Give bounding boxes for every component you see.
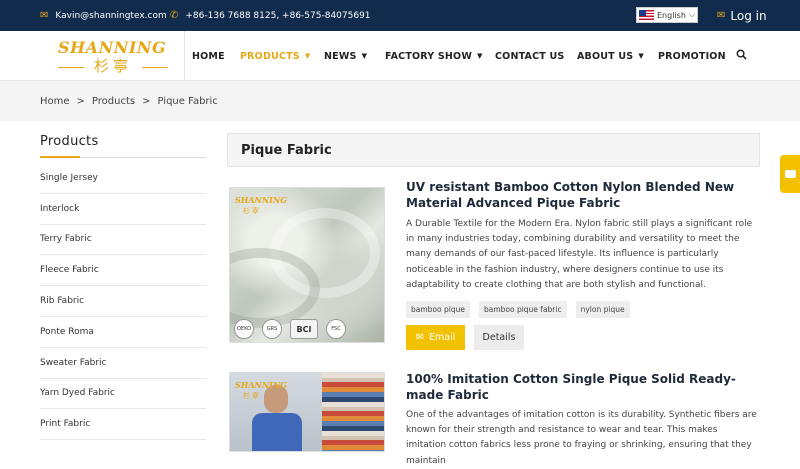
email-button[interactable]: ✉ Email xyxy=(406,325,465,350)
fsc-badge-icon: FSC xyxy=(326,319,346,339)
nav-contact-us[interactable]: CONTACT US xyxy=(495,31,564,81)
nav-about-us[interactable]: ABOUT US ▼ xyxy=(577,31,644,81)
email-text[interactable]: Kavin@shanningtex.com xyxy=(55,11,166,21)
phone-text: +86-136 7688 8125, +86-575-84075691 xyxy=(185,10,371,21)
nav-home-label: HOME xyxy=(192,50,225,62)
envelope-icon: ✉ xyxy=(717,10,726,21)
product-tag[interactable]: bamboo pique fabric xyxy=(478,301,567,318)
site-logo[interactable]: SHANNING 杉寧 xyxy=(58,38,168,78)
sidebar-item-rib-fabric[interactable]: Rib Fabric xyxy=(40,286,206,317)
language-selector[interactable]: English ⌵ xyxy=(636,7,698,23)
model-shirt xyxy=(252,413,302,451)
envelope-icon: ✉ xyxy=(415,332,425,343)
certification-badges: OEKO GRS BCI FSC xyxy=(234,319,346,339)
nav-products-label: PRODUCTS xyxy=(240,50,300,62)
nav-products[interactable]: PRODUCTS ▼ xyxy=(240,31,310,81)
sidebar-item-interlock[interactable]: Interlock xyxy=(40,194,206,225)
nav-promotion[interactable]: PROMOTION xyxy=(658,31,726,81)
sidebar-list: Single Jersey Interlock Terry Fabric Fle… xyxy=(40,163,206,441)
phone-icon: ✆ xyxy=(170,10,179,21)
login-label[interactable]: Log in xyxy=(730,9,766,23)
breadcrumb-separator: > xyxy=(76,95,85,107)
caret-down-icon: ▼ xyxy=(304,52,311,60)
login-link[interactable]: ✉ Log in xyxy=(717,0,767,31)
sidebar-item-single-jersey[interactable]: Single Jersey xyxy=(40,163,206,194)
image-watermark: SHANNING xyxy=(235,380,288,390)
nav-home[interactable]: HOME xyxy=(192,31,225,81)
nav-news-label: NEWS xyxy=(324,50,357,62)
language-label: English xyxy=(657,10,686,20)
sidebar-item-sweater-fabric[interactable]: Sweater Fabric xyxy=(40,348,206,379)
logo-rule-left xyxy=(58,67,84,68)
sidebar-title: Products xyxy=(40,134,99,149)
header-divider xyxy=(184,31,185,81)
fabric-stack-photo xyxy=(322,373,384,451)
product-image[interactable]: SHANNING 杉寧 xyxy=(229,372,385,452)
floating-chat-button[interactable] xyxy=(780,155,800,193)
nav-promotion-label: PROMOTION xyxy=(658,50,726,62)
nav-contact-us-label: CONTACT US xyxy=(495,50,565,62)
nav-news[interactable]: NEWS ▼ xyxy=(324,31,367,81)
nav-factory-show[interactable]: FACTORY SHOW ▼ xyxy=(385,31,483,81)
breadcrumb-home[interactable]: Home xyxy=(40,96,70,107)
oeko-badge-icon: OEKO xyxy=(234,319,254,339)
image-watermark-cn: 杉寧 xyxy=(243,392,261,400)
breadcrumb-products[interactable]: Products xyxy=(92,96,135,107)
caret-down-icon: ▼ xyxy=(638,52,644,60)
product-description: A Durable Textile for the Modern Era. Ny… xyxy=(406,219,753,290)
contact-email[interactable]: ✉ Kavin@shanningtex.com xyxy=(40,0,167,31)
product-title[interactable]: UV resistant Bamboo Cotton Nylon Blended… xyxy=(406,179,756,211)
nav-factory-show-label: FACTORY SHOW xyxy=(385,50,473,62)
product-title[interactable]: 100% Imitation Cotton Single Pique Solid… xyxy=(406,371,756,403)
sidebar-rule-accent xyxy=(40,156,80,158)
grs-badge-icon: GRS xyxy=(262,319,282,339)
sidebar-item-terry-fabric[interactable]: Terry Fabric xyxy=(40,225,206,256)
email-button-label: Email xyxy=(429,332,456,343)
details-button-label: Details xyxy=(482,332,516,343)
product-description: One of the advantages of imitation cotto… xyxy=(406,410,757,466)
logo-chinese: 杉寧 xyxy=(93,57,132,75)
us-flag-icon xyxy=(639,10,654,20)
product-image[interactable]: SHANNING 杉寧 OEKO GRS BCI FSC xyxy=(229,187,385,343)
bci-badge-icon: BCI xyxy=(290,319,318,339)
caret-down-icon: ▼ xyxy=(477,52,483,60)
details-button[interactable]: Details xyxy=(474,325,524,350)
contact-phone: ✆ +86-136 7688 8125, +86-575-84075691 xyxy=(170,0,371,31)
logo-rule-right xyxy=(142,67,168,68)
site-header: SHANNING 杉寧 HOME PRODUCTS ▼ NEWS ▼ FACTO… xyxy=(0,31,800,81)
search-icon[interactable] xyxy=(736,49,747,60)
product-tags: bamboo pique bamboo pique fabric nylon p… xyxy=(406,301,630,318)
sidebar-item-fleece-fabric[interactable]: Fleece Fabric xyxy=(40,255,206,287)
top-bar: ✉ Kavin@shanningtex.com ✆ +86-136 7688 8… xyxy=(0,0,800,31)
breadcrumb-separator: > xyxy=(142,95,151,107)
page-title: Pique Fabric xyxy=(227,133,760,167)
sidebar-item-print-fabric[interactable]: Print Fabric xyxy=(40,409,206,441)
chevron-down-icon: ⌵ xyxy=(688,10,695,19)
breadcrumb-current: Pique Fabric xyxy=(157,95,218,107)
envelope-icon: ✉ xyxy=(40,10,49,21)
sidebar-item-ponte-roma[interactable]: Ponte Roma xyxy=(40,317,206,348)
nav-about-us-label: ABOUT US xyxy=(577,50,634,62)
product-tag[interactable]: bamboo pique xyxy=(406,301,470,318)
chat-icon xyxy=(784,165,796,178)
image-watermark-cn: 杉寧 xyxy=(243,207,261,215)
caret-down-icon: ▼ xyxy=(361,52,368,60)
breadcrumb-band: Home > Products > Pique Fabric xyxy=(0,81,800,121)
breadcrumb: Home > Products > Pique Fabric xyxy=(40,81,218,121)
sidebar-item-yarn-dyed-fabric[interactable]: Yarn Dyed Fabric xyxy=(40,379,206,410)
image-watermark: SHANNING xyxy=(235,195,288,205)
product-tag[interactable]: nylon pique xyxy=(575,301,630,318)
